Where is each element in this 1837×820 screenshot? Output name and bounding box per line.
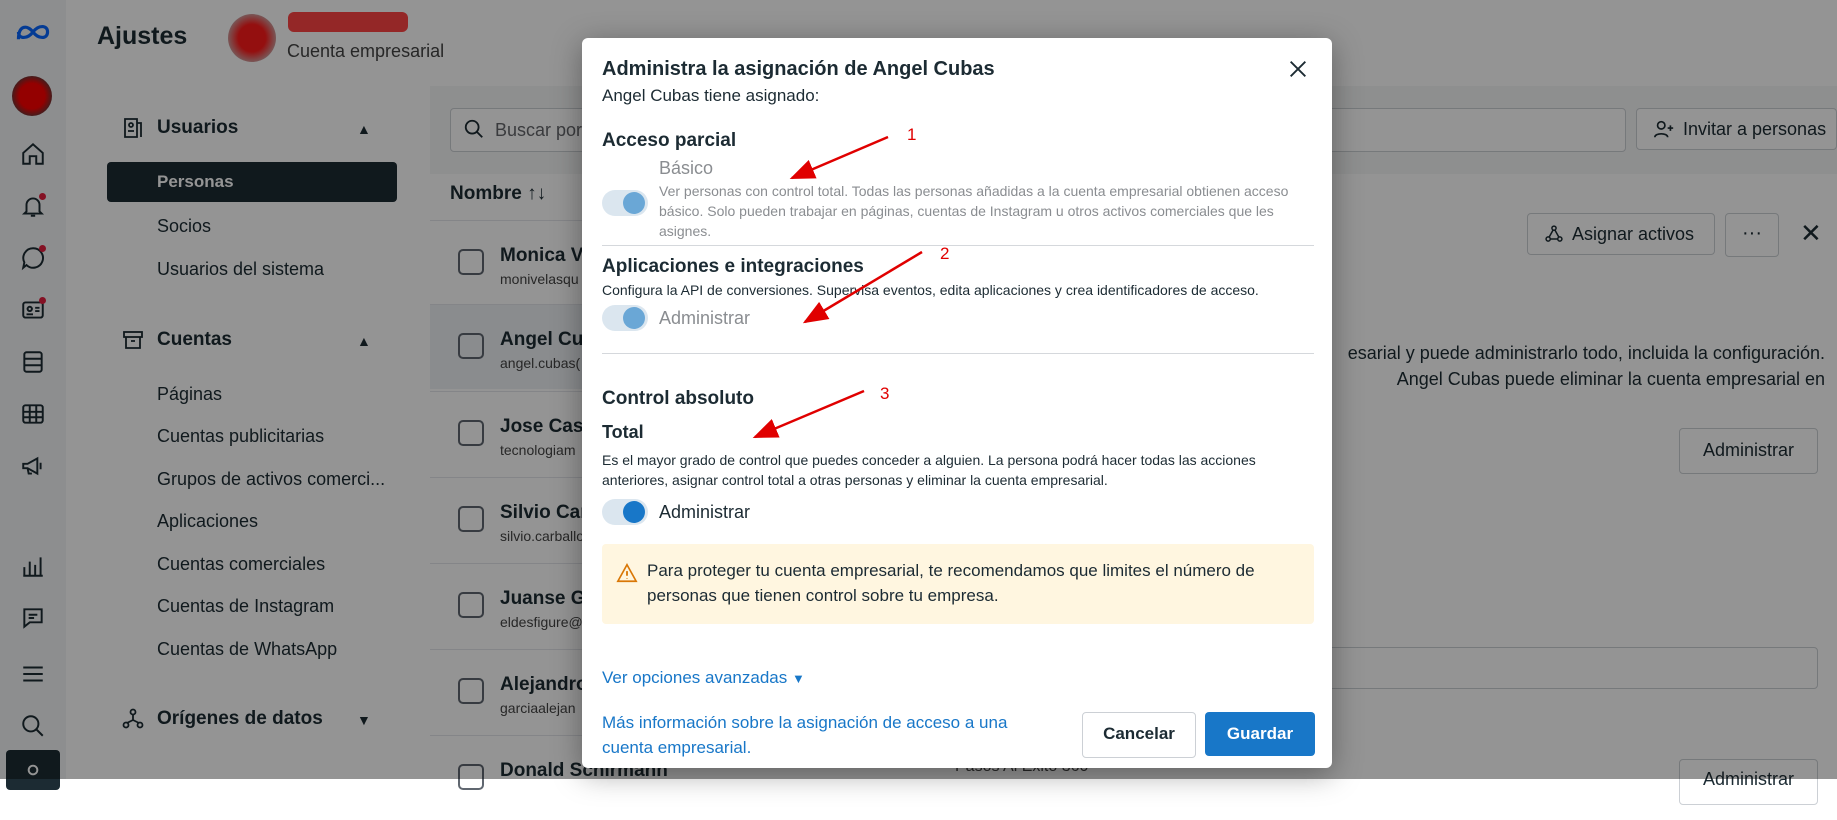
basic-description: Ver personas con control total. Todas la… <box>659 183 1289 239</box>
apps-heading: Aplicaciones e integraciones <box>602 256 864 277</box>
dialog-title: Administra la asignación de Angel Cubas <box>602 58 995 80</box>
full-control-label: Administrar <box>659 502 751 522</box>
basic-label: Básico <box>659 158 714 178</box>
cancel-button[interactable]: Cancelar <box>1082 712 1196 758</box>
warning-icon <box>616 563 638 583</box>
divider <box>602 353 1314 354</box>
full-control-description: Es el mayor grado de control que puedes … <box>602 452 1256 488</box>
annotation-number: 3 <box>880 384 890 403</box>
save-button[interactable]: Guardar <box>1205 712 1315 756</box>
warning-banner: Para proteger tu cuenta empresarial, te … <box>602 544 1314 624</box>
close-icon[interactable] <box>1287 58 1315 86</box>
warning-text: Para proteger tu cuenta empresarial, te … <box>647 561 1255 605</box>
partial-access-heading: Acceso parcial <box>602 130 737 151</box>
dialog-subtitle: Angel Cubas tiene asignado: <box>602 86 820 105</box>
annotation-number: 1 <box>907 125 917 144</box>
divider <box>602 245 1314 246</box>
full-control-heading: Control absoluto <box>602 388 754 409</box>
toggle-knob <box>623 501 645 523</box>
advanced-options-link[interactable]: Ver opciones avanzadas ▼ <box>602 668 805 688</box>
full-control-subheading: Total <box>602 422 644 442</box>
apps-description: Configura la API de conversiones. Superv… <box>602 282 1259 298</box>
toggle-knob <box>623 192 645 214</box>
caret-down-icon: ▼ <box>791 671 805 686</box>
basic-toggle[interactable] <box>602 190 648 216</box>
advanced-options-label: Ver opciones avanzadas <box>602 668 788 687</box>
apps-toggle[interactable] <box>602 305 648 331</box>
assignment-dialog: Administra la asignación de Angel Cubas … <box>582 38 1332 768</box>
full-control-toggle[interactable] <box>602 499 648 525</box>
annotation-number: 2 <box>940 244 950 263</box>
more-info-link[interactable]: Más información sobre la asignación de a… <box>602 710 1032 760</box>
toggle-knob <box>623 307 645 329</box>
apps-label: Administrar <box>659 308 751 328</box>
